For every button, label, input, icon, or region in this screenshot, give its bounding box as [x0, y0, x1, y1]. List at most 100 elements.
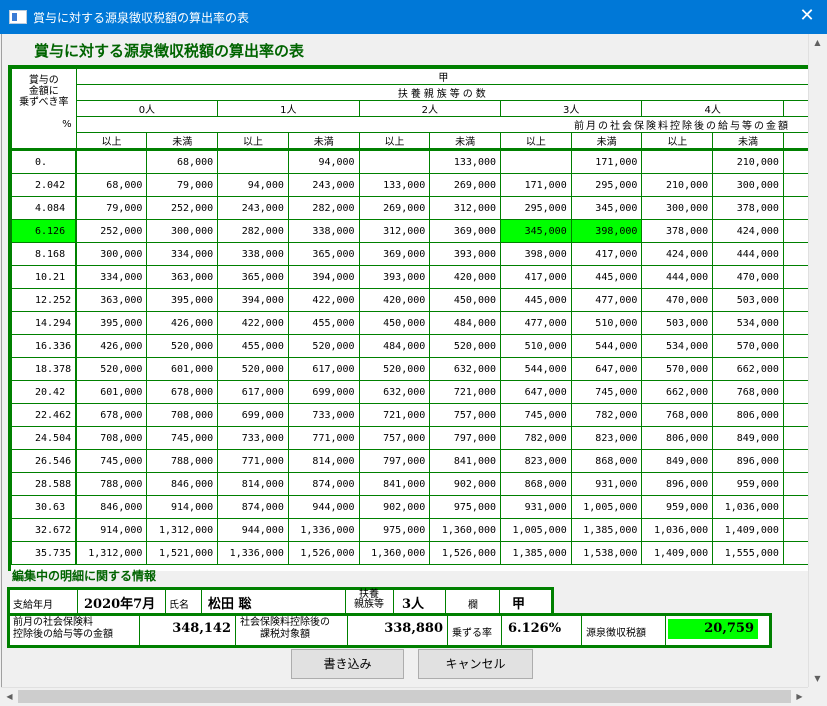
value-cell: 394,000: [287, 265, 360, 289]
rate-cell: 16.336: [11, 334, 78, 358]
value-cell: 708,000: [75, 426, 148, 450]
overflow-cell: [782, 265, 811, 289]
rate-cell: 2.042: [11, 173, 78, 197]
rate-cell: 18.378: [11, 357, 78, 381]
rate-cell: 32.672: [11, 518, 78, 542]
value-cell: 338,000: [287, 219, 360, 243]
table-row[interactable]: 18.378 520,000 601,000 520,000 617,000 520,00…: [11, 357, 811, 381]
value-cell: 1,521,000: [146, 541, 219, 565]
value-cell: 68,000: [75, 173, 148, 197]
tax-value-box: 20,759: [668, 619, 758, 639]
overflow-cell: [782, 334, 811, 358]
table-row[interactable]: 16.336 426,000 520,000 455,000 520,000 484,00…: [11, 334, 811, 358]
value-cell: 959,000: [641, 495, 714, 519]
value-cell: 365,000: [217, 265, 289, 289]
value-cell: 1,312,000: [146, 518, 219, 542]
value-cell: 269,000: [429, 173, 502, 197]
value-cell: 520,000: [217, 357, 289, 381]
value-cell: 823,000: [500, 449, 572, 473]
col-from-header: 以上: [358, 132, 431, 151]
value-cell: 1,360,000: [358, 541, 431, 565]
pay-month-value: 2020年7月: [84, 597, 156, 612]
table-row[interactable]: 32.672 914,000 1,312,000 944,000 1,336,000 97…: [11, 518, 811, 542]
value-cell: 484,000: [358, 334, 431, 358]
table-row[interactable]: 26.546 745,000 788,000 771,000 814,000 797,00…: [11, 449, 811, 473]
overflow-cell: [782, 403, 811, 427]
table-row[interactable]: 10.21 334,000 363,000 365,000 394,000 393,000…: [11, 265, 811, 289]
value-cell: 771,000: [217, 449, 289, 473]
page-title: 賞与に対する源泉徴収税額の算出率の表: [34, 42, 305, 60]
table-row[interactable]: 4.084 79,000 252,000 243,000 282,000 269,000 3…: [11, 196, 811, 220]
table-row[interactable]: 8.168 300,000 334,000 338,000 365,000 369,000…: [11, 242, 811, 266]
value-cell: 914,000: [146, 495, 219, 519]
value-cell: 450,000: [429, 288, 502, 312]
corner-line-2: 金額に: [28, 86, 59, 97]
vertical-scrollbar[interactable]: ▲ ▼: [808, 34, 826, 687]
value-cell: 171,000: [570, 149, 643, 174]
value-cell: 269,000: [358, 196, 431, 220]
value-cell: 632,000: [429, 357, 502, 381]
horizontal-scrollbar[interactable]: ◀ ▶: [1, 687, 808, 705]
scroll-left-arrow-icon[interactable]: ◀: [1, 688, 18, 705]
table-row[interactable]: 12.252 363,000 395,000 394,000 422,000 420,00…: [11, 288, 811, 312]
value-cell: 544,000: [500, 357, 572, 381]
dependents-label: 扶養 親族等: [354, 589, 384, 610]
value-cell: 295,000: [500, 196, 572, 220]
size-grip[interactable]: [808, 687, 826, 705]
rate-cell: 6.126: [11, 219, 78, 243]
app-icon: [9, 10, 27, 24]
value-cell: 721,000: [429, 380, 502, 404]
value-cell: 959,000: [712, 472, 784, 496]
close-button[interactable]: ✕: [787, 0, 827, 34]
value-cell: 300,000: [641, 196, 714, 220]
value-cell: 365,000: [287, 242, 360, 266]
table-row[interactable]: 24.504 708,000 745,000 733,000 771,000 757,00…: [11, 426, 811, 450]
value-cell: 1,538,000: [570, 541, 643, 565]
table-row[interactable]: 30.63 846,000 914,000 874,000 944,000 902,000…: [11, 495, 811, 519]
table-row[interactable]: 2.042 68,000 79,000 94,000 243,000 133,000 269…: [11, 173, 811, 197]
value-cell: 733,000: [217, 426, 289, 450]
overflow-cell: [782, 149, 811, 174]
value-cell: 300,000: [75, 242, 148, 266]
col-to-header: 未満: [146, 132, 219, 151]
corner-line-1: 賞与の: [28, 75, 59, 86]
tax-label: 源泉徴収税額: [586, 628, 646, 639]
value-cell: 1,526,000: [429, 541, 502, 565]
overflow-cell: [782, 173, 811, 197]
value-cell: 243,000: [217, 196, 289, 220]
value-cell: 617,000: [287, 357, 360, 381]
value-cell: 363,000: [146, 265, 219, 289]
horizontal-scroll-thumb[interactable]: [18, 690, 791, 703]
value-cell: 944,000: [287, 495, 360, 519]
cancel-button[interactable]: キャンセル: [418, 649, 533, 679]
value-cell: 868,000: [570, 449, 643, 473]
value-cell: 252,000: [75, 219, 148, 243]
col-to-header: 未満: [570, 132, 643, 151]
scroll-down-arrow-icon[interactable]: ▼: [809, 670, 826, 687]
write-button[interactable]: 書き込み: [291, 649, 404, 679]
table-row[interactable]: 35.735 1,312,000 1,521,000 1,336,000 1,526,0…: [11, 541, 811, 565]
value-cell: 426,000: [146, 311, 219, 335]
value-cell: [75, 149, 148, 174]
value-cell: 806,000: [641, 426, 714, 450]
table-row[interactable]: 20.42 601,000 678,000 617,000 699,000 632,000…: [11, 380, 811, 404]
table-row[interactable]: 22.462 678,000 708,000 699,000 733,000 721,00…: [11, 403, 811, 427]
dependents-col-4: 4人: [641, 100, 784, 117]
table-row[interactable]: 6.126 252,000 300,000 282,000 338,000 312,000…: [11, 219, 811, 243]
table-row[interactable]: 0. 68,000 94,000 133,000 171,000 210,000: [11, 149, 811, 174]
taxable-label: 社会保険料控除後の 課税対象額: [240, 617, 330, 640]
value-cell: 846,000: [75, 495, 148, 519]
value-cell: 902,000: [429, 472, 502, 496]
scroll-up-arrow-icon[interactable]: ▲: [809, 34, 826, 51]
value-cell: 570,000: [641, 357, 714, 381]
value-cell: 768,000: [641, 403, 714, 427]
value-cell: 334,000: [75, 265, 148, 289]
scroll-right-arrow-icon[interactable]: ▶: [791, 688, 808, 705]
table-row[interactable]: 14.294 395,000 426,000 422,000 455,000 450,00…: [11, 311, 811, 335]
value-cell: 1,526,000: [287, 541, 360, 565]
value-cell: 841,000: [358, 472, 431, 496]
value-cell: 1,036,000: [641, 518, 714, 542]
table-row[interactable]: 28.588 788,000 846,000 814,000 874,000 841,00…: [11, 472, 811, 496]
value-cell: 708,000: [146, 403, 219, 427]
value-cell: 1,312,000: [75, 541, 148, 565]
